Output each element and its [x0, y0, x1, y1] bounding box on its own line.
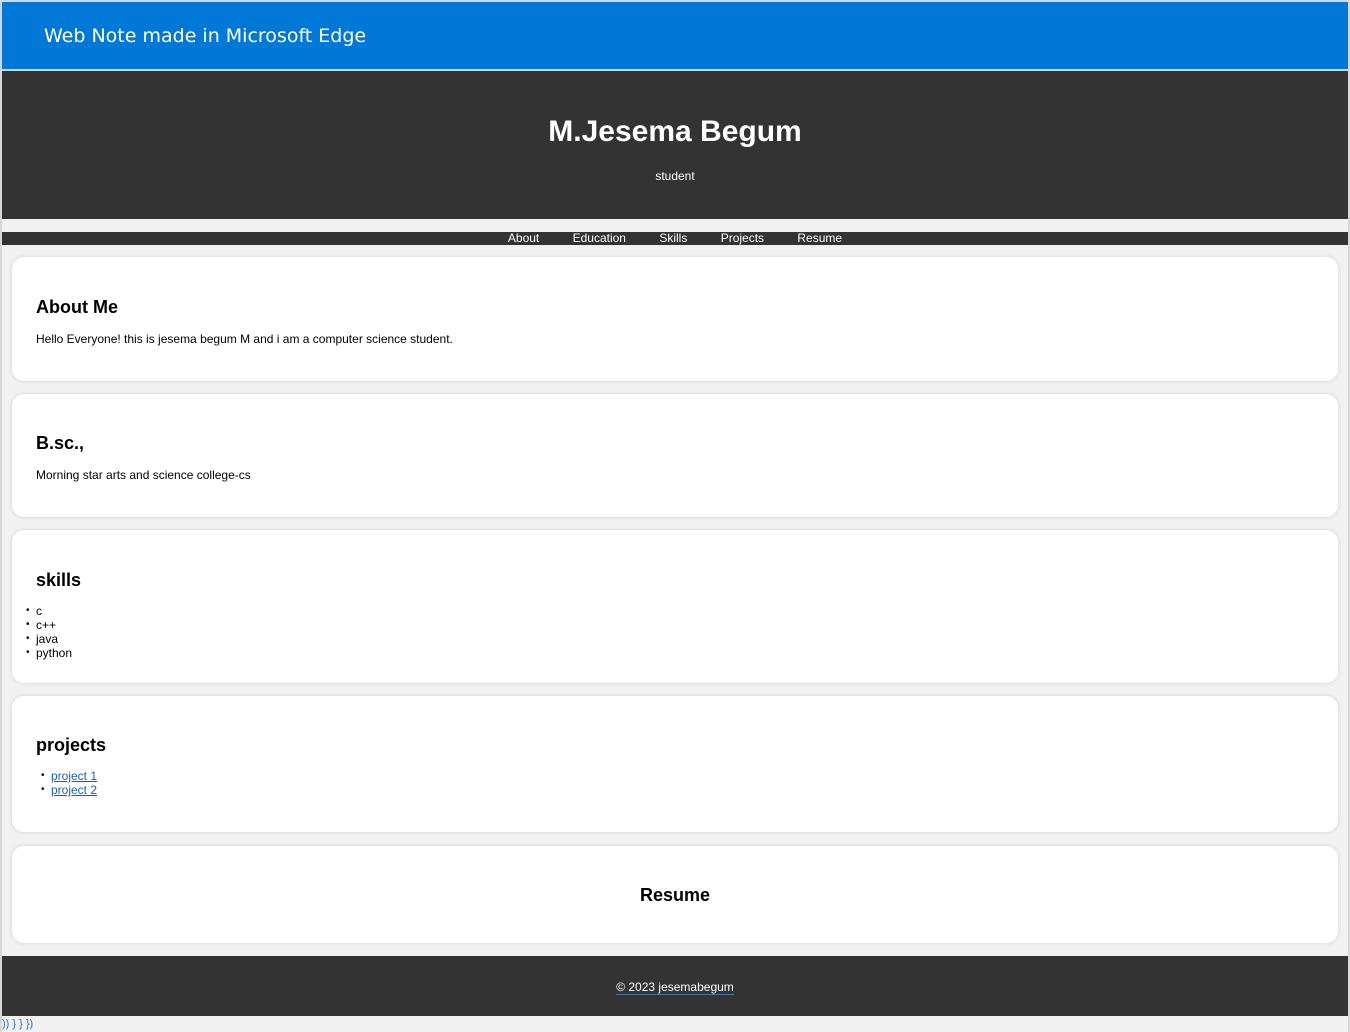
- resume-section: Resume: [12, 846, 1338, 943]
- project-1-link[interactable]: project 1: [51, 769, 97, 783]
- footer-copyright: © 2023 jesemabegum: [616, 980, 734, 995]
- skills-heading: skills: [36, 570, 82, 590]
- main-nav: About Education Skills Projects Resume: [2, 232, 1348, 245]
- skills-list: c c++ java python: [26, 604, 72, 660]
- about-section: About Me Hello Everyone! this is jesema …: [12, 257, 1338, 381]
- web-note-bar: Web Note made in Microsoft Edge: [2, 2, 1348, 71]
- resume-heading: Resume: [639, 885, 711, 905]
- about-heading: About Me: [36, 297, 118, 317]
- skills-section: skills c c++ java python: [12, 530, 1338, 683]
- nav-item-education[interactable]: Education: [573, 231, 626, 245]
- projects-heading: projects: [36, 735, 107, 755]
- list-item: c: [26, 604, 72, 618]
- about-text: Hello Everyone! this is jesema begum M a…: [36, 332, 453, 346]
- projects-section: projects project 1 project 2: [12, 696, 1338, 832]
- nav-item-skills[interactable]: Skills: [659, 231, 687, 245]
- footer: © 2023 jesemabegum: [2, 956, 1348, 1016]
- list-item: java: [26, 632, 72, 646]
- list-item: project 2: [41, 783, 97, 797]
- projects-list: project 1 project 2: [41, 769, 97, 797]
- web-note-title: Web Note made in Microsoft Edge: [44, 25, 367, 47]
- nav-item-resume[interactable]: Resume: [797, 231, 842, 245]
- page-title: M.Jesema Begum: [548, 115, 802, 148]
- education-section: B.sc., Morning star arts and science col…: [12, 394, 1338, 517]
- education-text: Morning star arts and science college-cs: [36, 468, 251, 482]
- hero-header: M.Jesema Begum student: [2, 71, 1348, 219]
- stray-text: )) } } }): [2, 1018, 34, 1030]
- list-item: python: [26, 646, 72, 660]
- list-item: project 1: [41, 769, 97, 783]
- nav-item-about[interactable]: About: [508, 231, 539, 245]
- nav-item-projects[interactable]: Projects: [721, 231, 764, 245]
- list-item: c++: [26, 618, 72, 632]
- education-heading: B.sc.,: [36, 433, 85, 453]
- project-2-link[interactable]: project 2: [51, 783, 97, 797]
- page-subtitle: student: [655, 169, 695, 183]
